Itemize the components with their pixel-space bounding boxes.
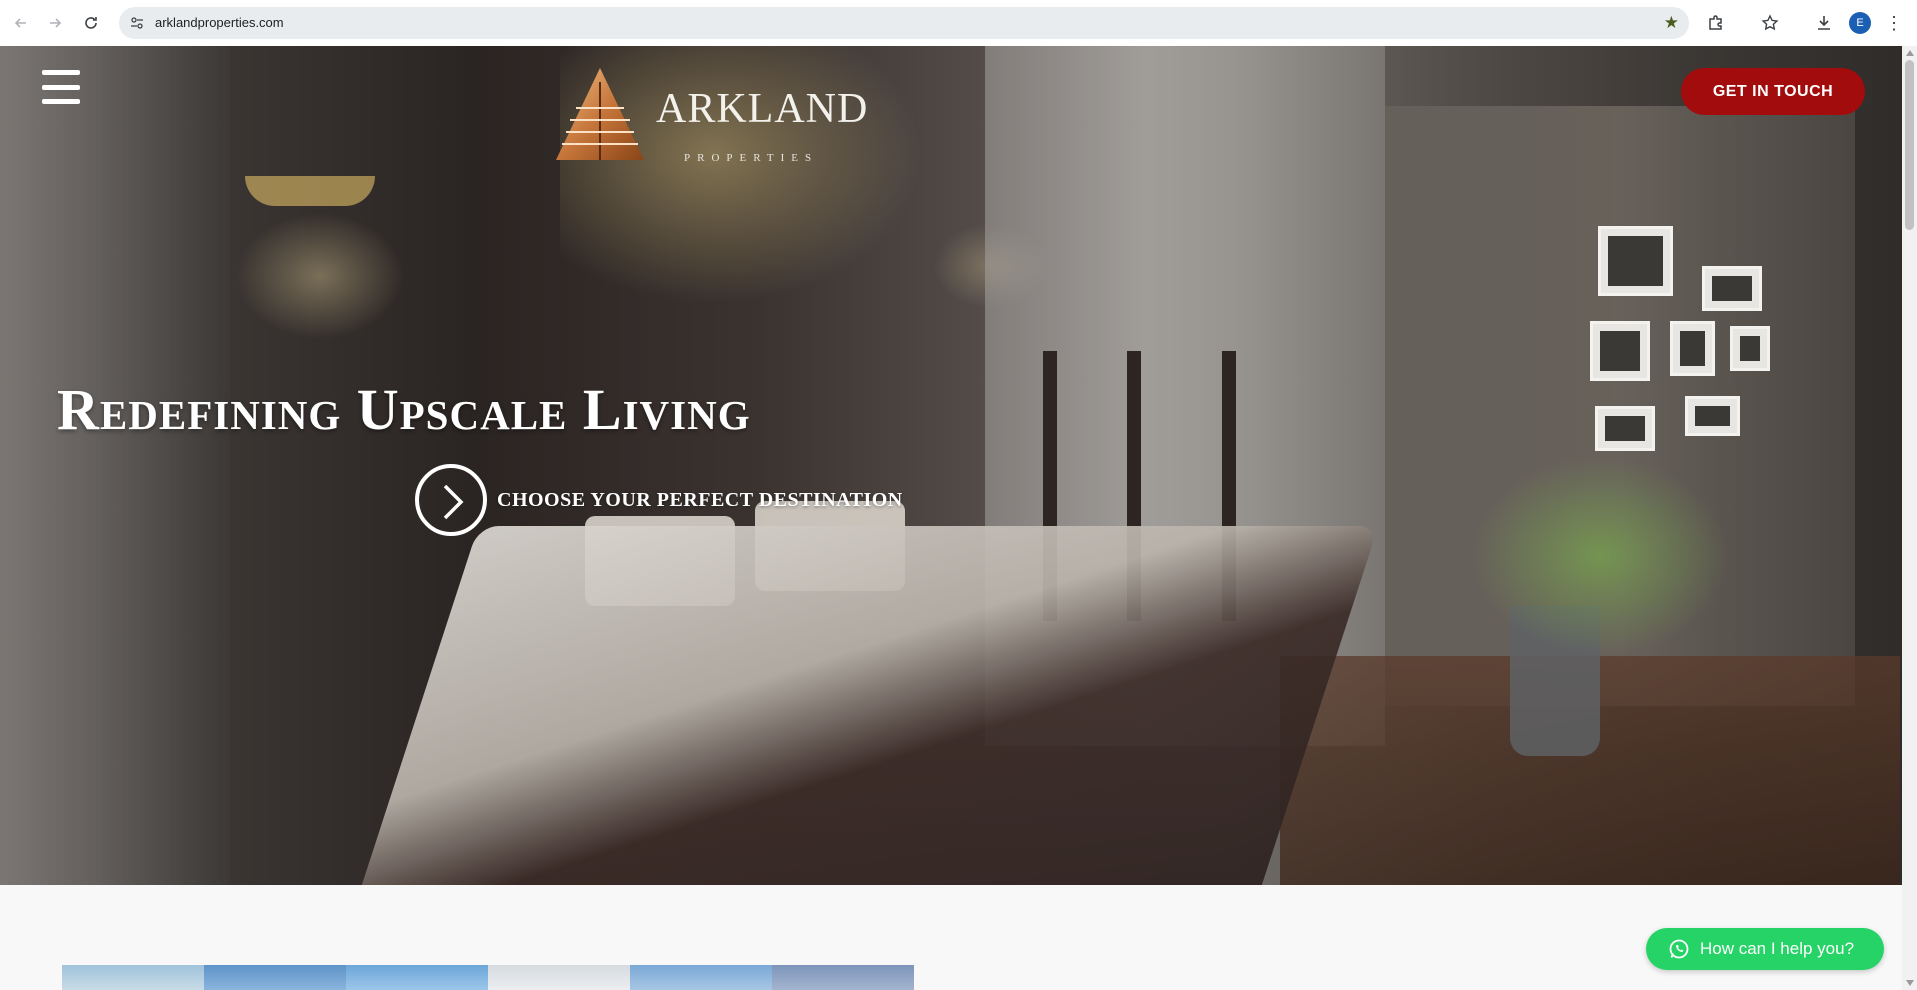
star-outline-icon	[1761, 14, 1779, 31]
gallery-image[interactable]	[346, 965, 488, 990]
building-logo-icon	[556, 68, 644, 160]
hero-bg-frames	[1590, 226, 1780, 466]
gallery-image[interactable]	[772, 965, 914, 990]
browser-menu-icon[interactable]: ⋮	[1882, 9, 1906, 37]
logo-wordmark: ARKLAND	[656, 86, 869, 132]
get-in-touch-button[interactable]: GET IN TOUCH	[1681, 68, 1865, 115]
reload-button[interactable]	[77, 9, 105, 37]
chevron-right-circle-icon	[415, 464, 487, 536]
downloads-button[interactable]	[1810, 9, 1838, 37]
extensions-button[interactable]	[1702, 9, 1730, 37]
logo-tagline: PROPERTIES	[684, 152, 819, 164]
download-icon	[1818, 16, 1830, 30]
forward-button[interactable]	[41, 9, 69, 37]
gallery-image[interactable]	[62, 965, 204, 990]
scroll-thumb[interactable]	[1905, 60, 1914, 230]
whatsapp-icon	[1669, 939, 1689, 959]
bookmark-star-icon[interactable]: ★	[1664, 13, 1679, 33]
gallery-image[interactable]	[630, 965, 772, 990]
hero-title: Redefining Upscale Living	[57, 377, 751, 442]
scroll-down-arrow-icon[interactable]	[1906, 980, 1914, 986]
property-gallery-strip	[62, 965, 914, 990]
browser-toolbar: arklandproperties.com ★ E ⋮	[0, 0, 1917, 46]
hero-bg-bed	[361, 526, 1379, 885]
hero-bg-wall	[0, 46, 230, 885]
chat-label: How can I help you?	[1700, 939, 1855, 958]
choose-destination-link[interactable]: CHOOSE YOUR PERFECT DESTINATION	[415, 462, 903, 538]
puzzle-icon	[1709, 15, 1722, 30]
whatsapp-chat-button[interactable]: How can I help you?	[1646, 928, 1884, 970]
hero-section: ARKLAND PROPERTIES GET IN TOUCH Redefini…	[0, 46, 1902, 885]
bookmarks-button[interactable]	[1756, 9, 1784, 37]
scroll-up-arrow-icon[interactable]	[1906, 50, 1914, 56]
reload-icon	[85, 17, 97, 29]
hero-bg-lamp	[245, 176, 375, 206]
gallery-image[interactable]	[488, 965, 630, 990]
site-settings-icon[interactable]	[129, 15, 145, 31]
gallery-image[interactable]	[204, 965, 346, 990]
hero-bg-plant	[1470, 456, 1730, 656]
profile-avatar[interactable]: E	[1849, 12, 1871, 34]
back-arrow-icon	[14, 18, 26, 28]
hamburger-menu-icon[interactable]	[42, 70, 80, 104]
destination-label: CHOOSE YOUR PERFECT DESTINATION	[497, 488, 903, 511]
forward-arrow-icon	[50, 18, 62, 28]
site-logo[interactable]: ARKLAND PROPERTIES	[556, 68, 867, 168]
address-bar[interactable]: arklandproperties.com ★	[119, 7, 1689, 39]
back-button[interactable]	[7, 9, 35, 37]
url-text: arklandproperties.com	[155, 15, 284, 30]
page-scrollbar[interactable]	[1902, 46, 1917, 990]
